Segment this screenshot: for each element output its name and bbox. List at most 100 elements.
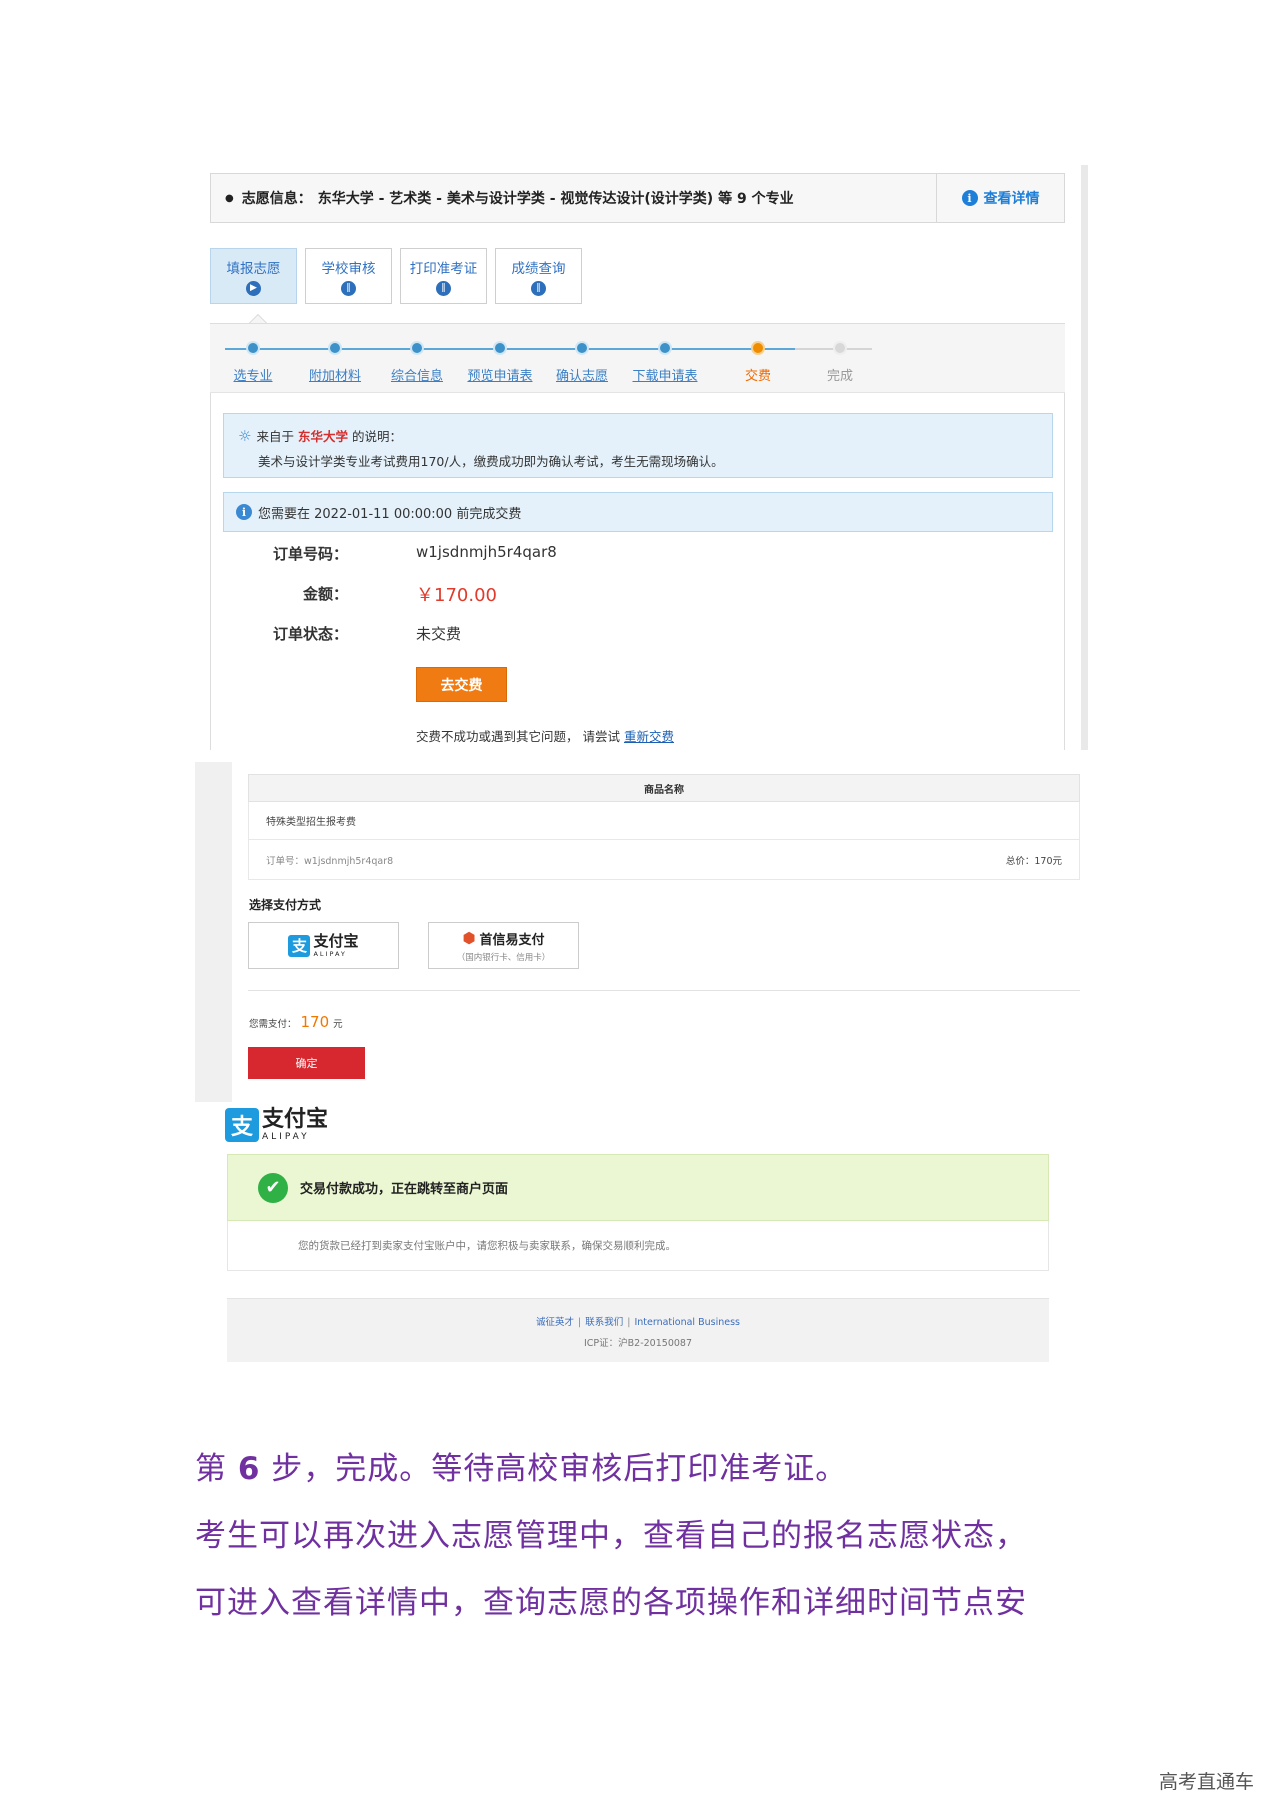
tab-score-query[interactable]: 成绩查询 ‖ [495, 248, 582, 304]
alipay-brand-name: 支付宝 [262, 1106, 329, 1132]
note-prefix: 来自于 [256, 429, 294, 444]
step-confirm-application[interactable]: 确认志愿 [537, 341, 627, 384]
step-general-info[interactable]: 综合信息 [372, 341, 462, 384]
view-details-label: 查看详情 [983, 191, 1040, 207]
step-payment: 交费 [713, 341, 803, 384]
goods-summary: 订单号：w1jsdnmjh5r4qar8 总价：170元 [248, 840, 1080, 880]
retry-payment-link[interactable]: 重新交费 [624, 729, 674, 744]
pause-icon: ‖ [436, 280, 451, 296]
tab-label: 打印准考证 [409, 260, 478, 277]
footer-link-international[interactable]: International Business [634, 1317, 740, 1328]
step-select-major[interactable]: 选专业 [208, 341, 298, 384]
note-body: 美术与设计学类专业考试费用170/人，缴费成功即为确认考试，考生无需现场确认。 [258, 454, 724, 469]
process-tabs: 填报志愿 ▶ 学校审核 ‖ 打印准考证 ‖ 成绩查询 ‖ [210, 248, 582, 304]
alipay-footer: 诚征英才 | 联系我们 | International Business ICP证：沪B… [227, 1298, 1049, 1362]
pay-button[interactable]: 去交费 [416, 667, 507, 702]
alipay-logo: 支 支付宝 ALIPAY [288, 931, 359, 958]
pause-icon: ‖ [531, 280, 546, 296]
bullet-icon: ● [225, 192, 234, 204]
payment-success-banner: ✔ 交易付款成功，正在跳转至商户页面 [227, 1154, 1049, 1221]
footer-link-contact[interactable]: 联系我们 [585, 1317, 623, 1328]
tab-label: 学校审核 [321, 260, 376, 277]
lightbulb-icon: ☼ [238, 426, 252, 445]
tab-school-review[interactable]: 学校审核 ‖ [305, 248, 392, 304]
step-label: 预览申请表 [467, 369, 533, 384]
step-done-dot [658, 341, 672, 355]
tab-print-admission[interactable]: 打印准考证 ‖ [400, 248, 487, 304]
icp-license: ICP证：沪B2-20150087 [583, 1338, 692, 1349]
view-details-link[interactable]: i 查看详情 [936, 174, 1064, 222]
amount-value: ￥170.00 [416, 585, 497, 606]
note-university: 东华大学 [297, 429, 348, 444]
step-done-dot [410, 341, 424, 355]
order-no-value: w1jsdnmjh5r4qar8 [416, 543, 557, 561]
step-label: 附加材料 [308, 369, 361, 384]
order-no-label: 订单号码： [272, 545, 348, 563]
info-icon: i [961, 190, 978, 206]
step-done-dot [328, 341, 342, 355]
step-number: 6 [237, 1451, 261, 1487]
university-note: ☼ 来自于 东华大学 的说明： 美术与设计学类专业考试费用170/人，缴费成功即… [223, 413, 1053, 478]
body-line-1: 考生可以再次进入志愿管理中，查看自己的报名志愿状态， [195, 1518, 1027, 1554]
pause-icon: ‖ [341, 280, 356, 296]
step-pending-dot [833, 341, 847, 355]
alipay-brand-logo: 支 支付宝 ALIPAY [225, 1108, 328, 1142]
progress-steps: 选专业 附加材料 综合信息 预览申请表 确认志愿 下载申请表 交费 完成 [210, 323, 1065, 393]
payment-deadline: i 您需要在 2022-01-11 00:00:00 前完成交费 [223, 492, 1053, 532]
step-label: 下载申请表 [632, 369, 698, 384]
success-text: 交易付款成功，正在跳转至商户页面 [300, 1182, 509, 1197]
step-additional-materials[interactable]: 附加材料 [290, 341, 380, 384]
order-status-label: 订单状态： [272, 625, 348, 643]
alipay-icon: 支 [225, 1108, 259, 1142]
alipay-result-panel: 支 支付宝 ALIPAY ✔ 交易付款成功，正在跳转至商户页面 您的货款已经打到… [195, 1102, 1088, 1362]
alipay-name: 支付宝 [313, 931, 359, 950]
step-complete: 完成 [795, 341, 885, 384]
footer-link-careers[interactable]: 诚征英才 [536, 1317, 574, 1328]
info-text: 东华大学 - 艺术类 - 美术与设计学类 - 视觉传达设计(设计学类) 等 9 … [317, 191, 794, 207]
step-label: 交费 [744, 369, 771, 384]
total-price: 总价：170元 [1005, 855, 1062, 867]
step-label: 综合信息 [390, 369, 443, 384]
step-preview-form[interactable]: 预览申请表 [455, 341, 545, 384]
step-label: 选专业 [233, 369, 273, 384]
divider [248, 990, 1080, 991]
note-suffix: 的说明： [351, 429, 402, 444]
order-reference: 订单号：w1jsdnmjh5r4qar8 [266, 855, 394, 867]
deadline-text: 您需要在 2022-01-11 00:00:00 前完成交费 [258, 506, 522, 522]
watermark: 高考直通车 [1158, 1771, 1254, 1793]
shouxinyi-name: 首信易支付 [479, 932, 545, 948]
side-bar [195, 762, 232, 1102]
step-done-dot [246, 341, 260, 355]
info-label: 志愿信息： [241, 191, 312, 207]
amount-due: 您需支付： 170 元 [249, 1013, 343, 1031]
shouxinyi-option[interactable]: ⬢ 首信易支付 （国内银行卡、信用卡） [428, 922, 579, 969]
shouxinyi-logo-icon: ⬢ [462, 929, 476, 947]
info-icon: i [236, 504, 252, 520]
check-circle-icon: ✔ [258, 1172, 288, 1203]
step-done-dot [575, 341, 589, 355]
application-info-bar: ● 志愿信息： 东华大学 - 艺术类 - 美术与设计学类 - 视觉传达设计(设计… [210, 173, 1065, 223]
confirm-button[interactable]: 确定 [248, 1047, 365, 1079]
step-current-dot [751, 341, 765, 355]
body-line-2: 可进入查看详情中，查询志愿的各项操作和详细时间节点安 [195, 1585, 1027, 1621]
tab-label: 成绩查询 [511, 260, 566, 277]
panel-border-left [210, 393, 211, 750]
alipay-option[interactable]: 支 支付宝 ALIPAY [248, 922, 399, 969]
alipay-icon: 支 [288, 934, 311, 957]
payment-panel: 商品名称 特殊类型招生报考费 订单号：w1jsdnmjh5r4qar8 总价：1… [195, 762, 1088, 1102]
goods-name: 特殊类型招生报考费 [248, 802, 1080, 840]
shouxinyi-sub: （国内银行卡、信用卡） [456, 952, 551, 963]
step-label: 完成 [826, 369, 853, 384]
alipay-brand-en: ALIPAY [262, 1131, 310, 1142]
scrollbar-track[interactable] [1081, 165, 1088, 750]
step-prefix: 第 [195, 1451, 227, 1487]
amount-due-unit: 元 [333, 1019, 343, 1030]
play-icon: ▶ [246, 280, 261, 296]
retry-hint: 交费不成功或遇到其它问题， 请尝试 重新交费 [416, 726, 674, 745]
success-detail: 您的货款已经打到卖家支付宝账户中，请您积极与卖家联系，确保交易顺利完成。 [227, 1221, 1049, 1271]
goods-table-header: 商品名称 [248, 774, 1080, 802]
amount-due-label: 您需支付： [249, 1019, 297, 1030]
step-download-form[interactable]: 下载申请表 [620, 341, 710, 384]
tab-fill-application[interactable]: 填报志愿 ▶ [210, 248, 297, 304]
panel-border-right [1064, 393, 1065, 750]
